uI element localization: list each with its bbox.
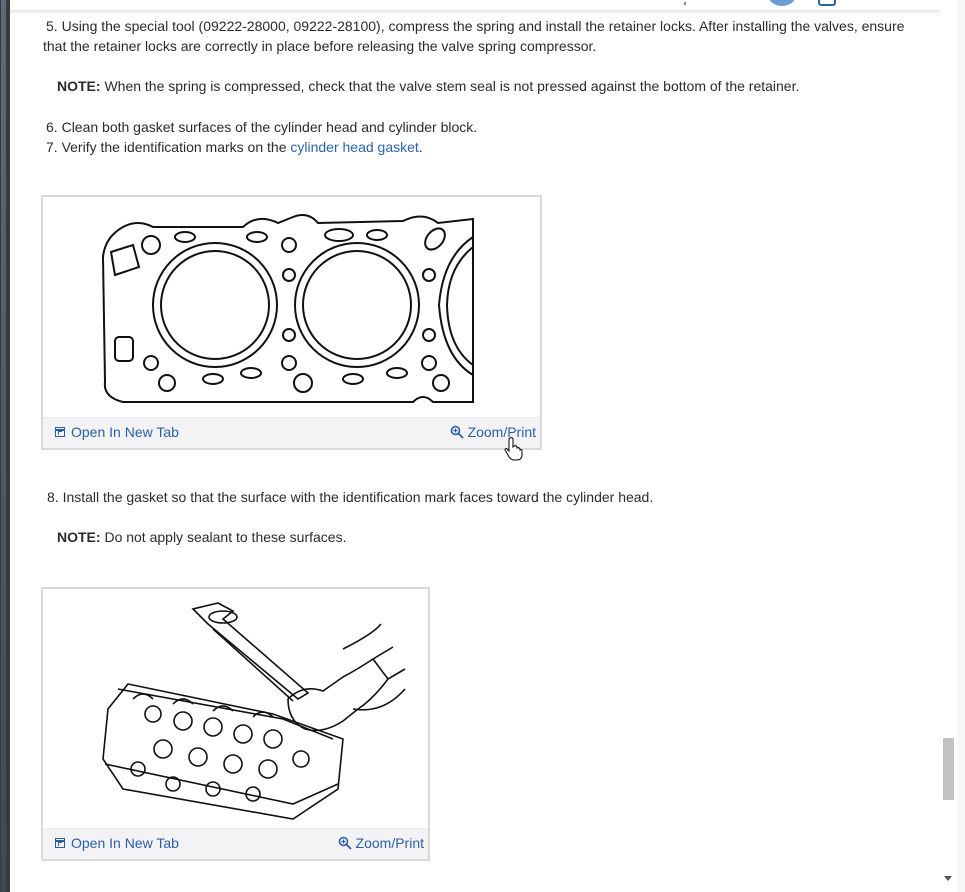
step-text: Using the special tool (09222-28000, 092… (61, 18, 905, 34)
step-7: 7. Verify the identification marks on th… (46, 137, 423, 157)
open-in-new-tab-icon (55, 427, 65, 437)
note-text: When the spring is compressed, check tha… (100, 78, 800, 94)
step-number: 8. (47, 489, 59, 505)
open-in-new-tab-button[interactable]: Open In New Tab (55, 835, 179, 851)
note-label: NOTE: (57, 529, 101, 545)
step-number: 5. (46, 18, 58, 34)
top-toolbar-strip (10, 0, 965, 11)
step-5-continued: that the retainer locks are correctly in… (43, 38, 597, 54)
zoom-label: Zoom/Print (355, 835, 424, 851)
open-in-new-tab-icon (55, 838, 65, 848)
note-label: NOTE: (57, 78, 101, 94)
step-number: 6. (46, 119, 58, 135)
figure-gasket: Open In New Tab Zoom/Print (41, 195, 542, 450)
cylinder-head-gasket-link[interactable]: cylinder head gasket (290, 139, 418, 155)
note-1: NOTE: When the spring is compressed, che… (57, 76, 799, 96)
window-left-edge (0, 0, 10, 892)
gasket-installation-illustration (102, 602, 406, 820)
zoom-icon (338, 836, 352, 850)
zoom-icon (450, 425, 464, 439)
step-6: 6. Clean both gasket surfaces of the cyl… (46, 117, 477, 137)
notification-icon[interactable] (818, 0, 836, 6)
step-text: Verify the identification marks on the (61, 139, 291, 155)
step-text: Install the gasket so that the surface w… (62, 489, 654, 505)
step-number: 7. (46, 139, 58, 155)
step-5: 5. Using the special tool (09222-28000, … (46, 16, 926, 36)
hand-cursor-icon (504, 437, 523, 461)
cylinder-head-gasket-illustration (101, 214, 474, 403)
zoom-print-button[interactable]: Zoom/Print (338, 835, 424, 851)
note-2: NOTE: Do not apply sealant to these surf… (57, 527, 347, 547)
vertical-scrollbar[interactable] (940, 0, 957, 892)
toolbar-dot (684, 2, 686, 5)
window-right-edge (957, 0, 965, 892)
avatar[interactable] (768, 0, 796, 6)
step-8: 8. Install the gasket so that the surfac… (47, 487, 653, 507)
step-text-end: . (418, 139, 423, 155)
figure-toolbar: Open In New Tab Zoom/Print (43, 417, 540, 448)
zoom-label: Zoom/Print (467, 424, 536, 440)
open-label: Open In New Tab (71, 835, 179, 851)
note-text: Do not apply sealant to these surfaces. (100, 529, 347, 545)
figure-toolbar: Open In New Tab Zoom/Print (43, 828, 428, 859)
step-text: Clean both gasket surfaces of the cylind… (61, 119, 478, 135)
scroll-down-arrow-icon[interactable] (944, 876, 952, 881)
scrollbar-thumb[interactable] (943, 738, 954, 800)
figure-gasket-install: Open In New Tab Zoom/Print (41, 587, 430, 861)
open-label: Open In New Tab (71, 424, 179, 440)
open-in-new-tab-button[interactable]: Open In New Tab (55, 424, 179, 440)
